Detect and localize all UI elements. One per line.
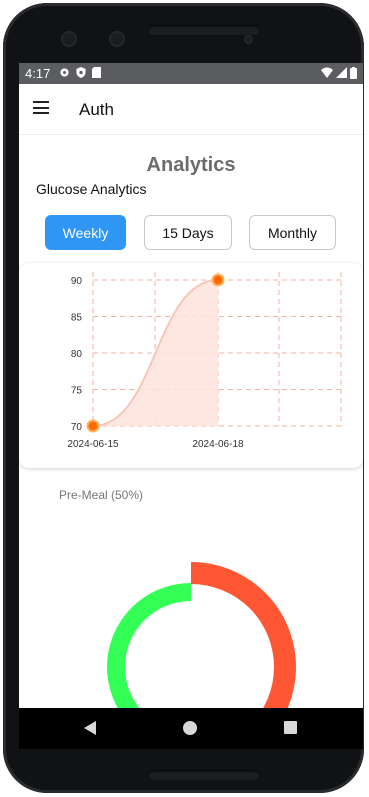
front-camera — [61, 31, 77, 47]
back-icon[interactable] — [84, 721, 96, 735]
sensor — [109, 31, 125, 47]
y-tick-label: 85 — [71, 313, 83, 324]
app-title: Auth — [79, 100, 114, 119]
settings-icon — [60, 68, 69, 77]
bottom-speaker — [148, 770, 260, 780]
wifi-icon — [321, 67, 333, 78]
proximity-sensor — [244, 35, 253, 44]
x-tick-label: 2024-06-18 — [192, 439, 244, 450]
tab-monthly[interactable]: Monthly — [249, 215, 336, 250]
tab-15-days[interactable]: 15 Days — [144, 215, 232, 250]
page-title: Analytics — [146, 154, 236, 176]
recents-icon[interactable] — [284, 721, 297, 734]
status-bar: 4:17 — [19, 63, 363, 84]
screen: 4:17 Auth Analytics Glucose Analytics We… — [19, 63, 363, 749]
glucose-line-chart: 70 75 80 85 90 2024-06-15 2024-06-18 — [67, 272, 342, 450]
system-nav-bar — [19, 708, 363, 749]
y-tick-label: 75 — [71, 386, 83, 397]
top-speaker — [148, 25, 260, 35]
pre-meal-donut-chart — [107, 562, 296, 713]
data-point — [86, 419, 100, 433]
tab-weekly[interactable]: Weekly — [45, 215, 126, 250]
pie-chart-title: Pre-Meal (50%) — [59, 488, 144, 502]
glucose-chart-card: 70 75 80 85 90 2024-06-15 2024-06-18 — [19, 263, 363, 468]
donut-slice — [191, 562, 296, 713]
y-tick-label: 70 — [71, 422, 83, 433]
y-tick-label: 90 — [71, 276, 83, 287]
data-point — [211, 273, 225, 287]
sd-card-icon — [92, 67, 101, 78]
signal-icon — [336, 67, 347, 78]
donut-slice — [107, 583, 191, 713]
phone-frame: 4:17 Auth Analytics Glucose Analytics We… — [3, 3, 364, 793]
x-tick-label: 2024-06-15 — [67, 439, 119, 450]
battery-icon — [350, 67, 357, 79]
shield-icon — [76, 67, 86, 78]
y-tick-label: 80 — [71, 349, 83, 360]
home-icon[interactable] — [183, 721, 197, 735]
menu-icon[interactable] — [33, 101, 49, 114]
page-subtitle: Glucose Analytics — [36, 181, 147, 197]
status-time: 4:17 — [25, 66, 51, 81]
app-bar: Auth — [19, 84, 363, 135]
